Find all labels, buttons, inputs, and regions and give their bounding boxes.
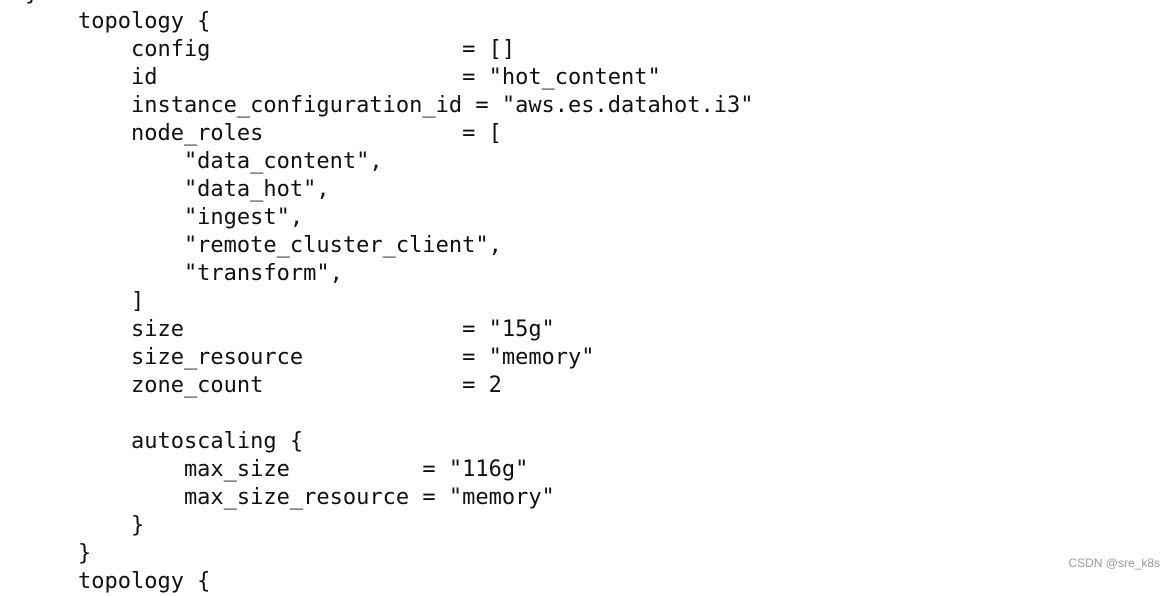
code-block: } topology { config = [] id = "hot_conte… — [25, 0, 753, 596]
code-line: "data_content", — [25, 149, 383, 174]
code-line: size = "15g" — [25, 317, 555, 342]
code-line: } — [25, 541, 92, 566]
code-line: "transform", — [25, 261, 343, 286]
code-line: } — [25, 0, 753, 8]
code-line: instance_configuration_id = "aws.es.data… — [25, 93, 754, 118]
watermark: CSDN @sre_k8s — [1068, 556, 1160, 570]
code-line: topology { — [25, 569, 211, 594]
code-line: autoscaling { — [25, 429, 304, 454]
code-line: "data_hot", — [25, 177, 330, 202]
code-line: size_resource = "memory" — [25, 345, 595, 370]
code-line: id = "hot_content" — [25, 65, 661, 90]
code-line: topology { — [25, 9, 211, 34]
code-line: "remote_cluster_client", — [25, 233, 502, 258]
code-line: node_roles = [ — [25, 121, 502, 146]
code-line: "ingest", — [25, 205, 304, 230]
code-line: config = [] — [25, 37, 516, 62]
code-line: ] — [25, 289, 145, 314]
code-line: max_size_resource = "memory" — [25, 485, 555, 510]
code-line: } — [25, 513, 145, 538]
code-line: max_size = "116g" — [25, 457, 529, 482]
code-line: zone_count = 2 — [25, 373, 502, 398]
